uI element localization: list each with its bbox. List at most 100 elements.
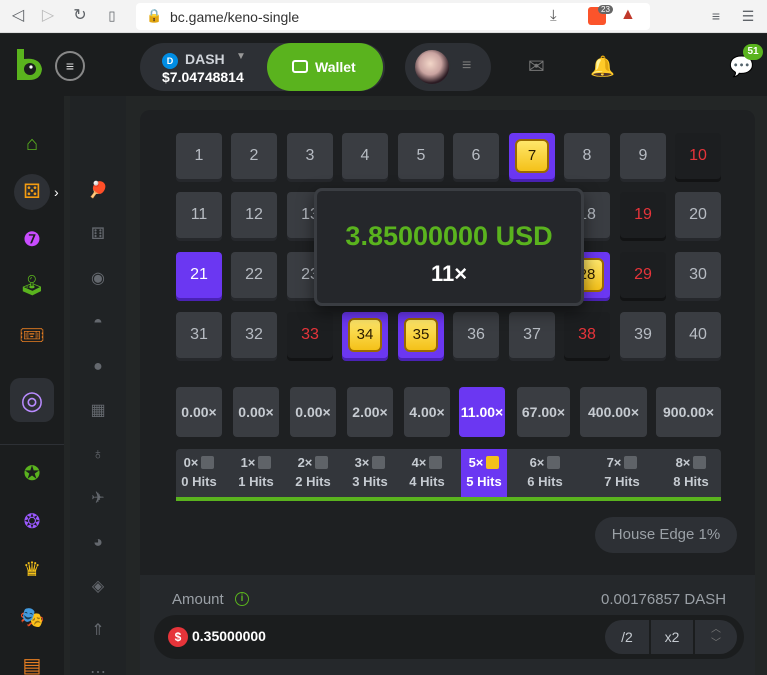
sidebar-primary: ⌂ ⚄ › ❼ 🕹 🎟 ◎ ✪ ❂ ♛ 🎭 ▤ [0, 96, 64, 675]
keno-cell[interactable]: 6 [453, 133, 499, 179]
keno-cell[interactable]: 11 [176, 192, 222, 238]
dice-game-icon[interactable]: ⚅ [87, 224, 109, 246]
payout-multiplier: 0.00× [290, 387, 336, 437]
chevron-up-icon[interactable]: ︿ [695, 623, 737, 637]
double-button[interactable]: x2 [651, 620, 693, 654]
shield-count-badge: 23 [598, 5, 613, 14]
keno-cell[interactable]: 34 [342, 312, 388, 358]
rewards-triangle-icon[interactable]: ▲ [620, 6, 636, 24]
helmet-icon[interactable]: ◓ [87, 312, 109, 334]
hits-column: 8× 8 Hits [661, 449, 721, 497]
tickets-icon[interactable]: 🎟 [14, 318, 50, 354]
bomb-icon[interactable]: ● [87, 356, 109, 378]
keno-cell[interactable]: 9 [620, 133, 666, 179]
amount-converted: 0.00176857 DASH [601, 591, 727, 608]
crown-icon[interactable]: ♛ [14, 552, 50, 588]
hits-label: 1 Hits [238, 474, 274, 489]
keno-cell[interactable]: 3 [287, 133, 333, 179]
spin-wheel-icon[interactable]: ◎ [10, 378, 54, 422]
more-icon[interactable]: ⋯ [87, 662, 109, 675]
slots-icon[interactable]: ❼ [14, 222, 50, 258]
keno-cell[interactable]: 10 [675, 133, 721, 179]
gem-icon: 34 [348, 318, 382, 352]
reload-icon[interactable]: ↻ [70, 6, 90, 26]
wallet-label: Wallet [315, 59, 356, 75]
keno-cell[interactable]: 5 [398, 133, 444, 179]
keno-cell[interactable]: 35 [398, 312, 444, 358]
keno-cell[interactable]: 19 [620, 192, 666, 238]
win-amount: 3.85000000 USD [345, 221, 553, 251]
keno-cell[interactable]: 22 [231, 252, 277, 298]
medal-icon[interactable]: ♁ [87, 444, 109, 466]
keno-cell[interactable]: 38 [564, 312, 610, 358]
bell-icon[interactable]: 🔔 [590, 54, 615, 79]
keno-cell[interactable]: 20 [675, 192, 721, 238]
amount-stepper[interactable]: ︿ ﹀ [695, 620, 737, 654]
coins-icon[interactable]: ▤ [14, 648, 50, 675]
wallet-button[interactable]: Wallet [267, 43, 383, 91]
hits-multiplier: 3× [347, 455, 393, 470]
hits-multiplier: 7× [592, 455, 652, 470]
user-menu[interactable]: ≡ [405, 43, 491, 91]
keno-cell[interactable]: 36 [453, 312, 499, 358]
address-bar[interactable]: 🔒 bc.game/keno-single ⤓ 23 ▲ [136, 3, 650, 30]
keno-cell[interactable]: 1 [176, 133, 222, 179]
amount-input[interactable]: 0.35000000 [192, 628, 266, 644]
playlist-icon[interactable]: ≡ [706, 6, 726, 26]
keno-cell[interactable]: 31 [176, 312, 222, 358]
keno-cell[interactable]: 29 [620, 252, 666, 298]
rocket-icon[interactable]: ✈ [87, 488, 109, 510]
forward-icon[interactable]: ▷ [38, 6, 58, 26]
hits-multiplier: 6× [519, 455, 571, 470]
keno-cell[interactable]: 39 [620, 312, 666, 358]
hits-label: 6 Hits [527, 474, 563, 489]
cube-icon[interactable]: ◈ [87, 576, 109, 598]
hits-column: 5× 5 Hits [461, 449, 507, 497]
hits-label: 3 Hits [352, 474, 388, 489]
keno-cell[interactable]: 2 [231, 133, 277, 179]
basketball-icon[interactable]: ◉ [87, 268, 109, 290]
hits-multiplier: 5× [461, 455, 507, 470]
masks-icon[interactable]: 🎭 [14, 600, 50, 636]
keno-cell[interactable]: 30 [675, 252, 721, 298]
keno-cell[interactable]: 40 [675, 312, 721, 358]
amount-field[interactable]: $ 0.35000000 /2 x2 ︿ ﹀ [154, 615, 744, 659]
payout-multiplier: 900.00× [656, 387, 721, 437]
cards-icon[interactable]: ▦ [87, 400, 109, 422]
payout-multiplier: 67.00× [517, 387, 570, 437]
ping-pong-icon[interactable]: 🏓 [87, 180, 109, 202]
star-badge-icon[interactable]: ✪ [14, 456, 50, 492]
gem-slot-icon [372, 456, 386, 469]
keno-cell[interactable]: 7 [509, 133, 555, 179]
keno-cell[interactable]: 4 [342, 133, 388, 179]
dice-icon[interactable]: ⚄ [14, 174, 50, 210]
chevron-right-icon: › [54, 184, 59, 200]
bookmark-icon[interactable]: ▯ [102, 6, 122, 26]
url-text: bc.game/keno-single [170, 9, 300, 25]
mail-icon[interactable]: ✉ [528, 54, 545, 79]
dash-coin-icon: D [162, 53, 178, 69]
keno-cell[interactable]: 32 [231, 312, 277, 358]
back-icon[interactable]: ◁ [8, 6, 28, 26]
keno-cell[interactable]: 12 [231, 192, 277, 238]
half-button[interactable]: /2 [605, 620, 649, 654]
hits-column: 2× 2 Hits [290, 449, 336, 497]
balance-amount: $7.04748814 [162, 69, 244, 85]
info-icon[interactable]: i [235, 592, 249, 606]
keno-cell[interactable]: 37 [509, 312, 555, 358]
chevron-down-icon[interactable]: ﹀ [695, 637, 737, 651]
joystick-icon[interactable]: 🕹 [14, 268, 50, 304]
bc-logo-icon[interactable] [14, 47, 46, 81]
hits-column: 7× 7 Hits [592, 449, 652, 497]
launch-icon[interactable]: ⇑ [87, 620, 109, 642]
keno-cell[interactable]: 8 [564, 133, 610, 179]
mask-icon[interactable]: ◕ [87, 532, 109, 554]
browser-menu-icon[interactable]: ☰ [738, 6, 758, 26]
keno-cell[interactable]: 21 [176, 252, 222, 298]
gem-slot-icon [201, 456, 215, 469]
main-menu-button[interactable]: ≡ [55, 51, 85, 81]
keno-cell[interactable]: 33 [287, 312, 333, 358]
home-icon[interactable]: ⌂ [14, 126, 50, 162]
download-icon[interactable]: ⤓ [550, 7, 557, 24]
ring-icon[interactable]: ❂ [14, 504, 50, 540]
